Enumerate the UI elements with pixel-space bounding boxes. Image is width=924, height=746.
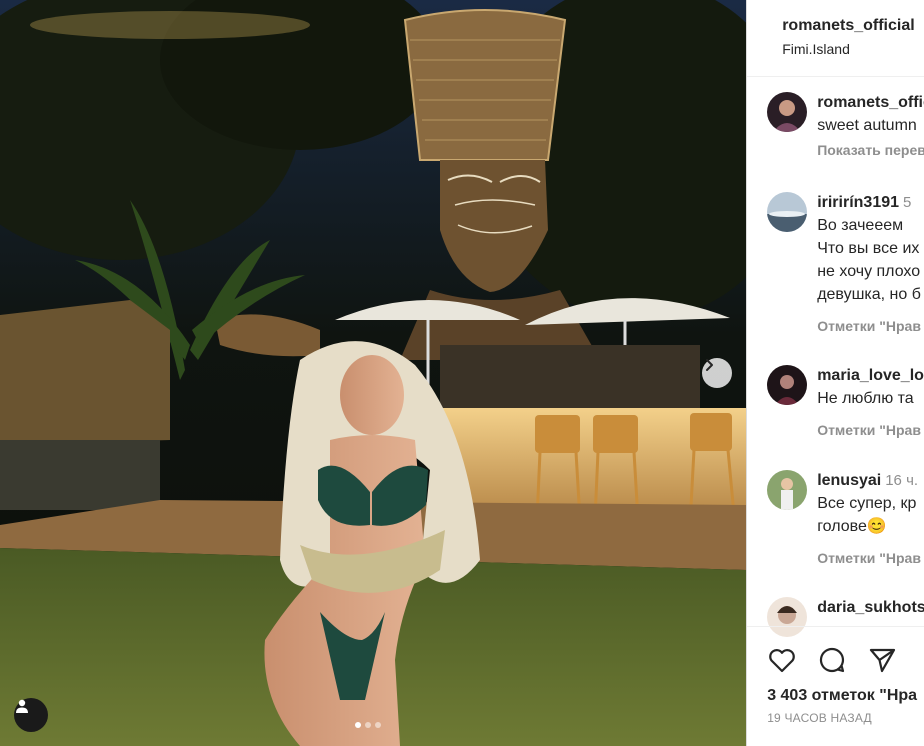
comment-likes-link[interactable]: Отметки "Нрав bbox=[817, 550, 924, 566]
avatar[interactable] bbox=[767, 192, 808, 232]
photo-scene bbox=[0, 0, 747, 746]
avatar-image bbox=[767, 365, 808, 405]
comment-username[interactable]: iririrín3191 bbox=[817, 194, 899, 211]
comment-time: 16 ч. bbox=[885, 472, 919, 489]
comment-username[interactable]: maria_love_lo bbox=[817, 365, 924, 387]
tagged-users-button[interactable] bbox=[14, 698, 48, 732]
comment-time: 5 bbox=[903, 194, 912, 211]
post-author-username[interactable]: romanets_official bbox=[782, 17, 914, 35]
heart-icon[interactable] bbox=[767, 645, 797, 675]
comment-username[interactable]: romanets_offic bbox=[817, 92, 924, 114]
comment-username[interactable]: lenusyai bbox=[817, 472, 881, 489]
comment-text-line: не хочу плохо bbox=[817, 263, 921, 280]
comment-text: sweet autumn bbox=[817, 117, 917, 134]
share-icon[interactable] bbox=[867, 645, 897, 675]
next-photo-button[interactable] bbox=[702, 358, 732, 388]
comment-text-line: голове😊 bbox=[817, 518, 887, 535]
comment-text-line: девушка, но б bbox=[817, 286, 921, 303]
likes-count[interactable]: 3 403 отметок "Нра bbox=[767, 687, 917, 705]
chevron-right-icon bbox=[706, 359, 713, 371]
post-actions: 3 403 отметок "Нра 19 ЧАСОВ НАЗАД bbox=[747, 626, 924, 746]
avatar[interactable] bbox=[767, 470, 808, 510]
avatar-image bbox=[767, 92, 808, 132]
comment-icon[interactable] bbox=[817, 645, 847, 675]
carousel-dot bbox=[375, 722, 381, 728]
comment-username-row: iririrín3191 5 bbox=[817, 192, 924, 214]
comment-username-row: lenusyai 16 ч. bbox=[817, 470, 924, 492]
translate-link[interactable]: Показать перев bbox=[817, 142, 924, 158]
comment-likes-link[interactable]: Отметки "Нрав bbox=[817, 318, 924, 334]
carousel-dot bbox=[355, 722, 361, 728]
comment-text-line: Во зачееем bbox=[817, 217, 904, 234]
user-icon bbox=[16, 699, 28, 713]
avatar-image bbox=[767, 192, 808, 232]
post-header: romanets_official Fimi.Island bbox=[747, 0, 924, 77]
carousel-dots bbox=[355, 722, 381, 728]
avatar[interactable] bbox=[767, 365, 808, 405]
comment-username[interactable]: daria_sukhots bbox=[817, 597, 924, 619]
avatar[interactable] bbox=[767, 92, 808, 132]
post-sidebar: romanets_official Fimi.Island romanets_o… bbox=[746, 0, 924, 746]
post-timestamp[interactable]: 19 ЧАСОВ НАЗАД bbox=[767, 711, 872, 725]
comment-likes-link[interactable]: Отметки "Нрав bbox=[817, 422, 924, 438]
comment-text-line: Не люблю та bbox=[817, 390, 914, 407]
carousel-dot bbox=[365, 722, 371, 728]
post-photo[interactable] bbox=[0, 0, 747, 746]
comment-text-line: Все супер, кр bbox=[817, 495, 917, 512]
comment-text-line: Что вы все их bbox=[817, 240, 920, 257]
post-location[interactable]: Fimi.Island bbox=[782, 41, 850, 57]
avatar-image bbox=[767, 470, 808, 510]
